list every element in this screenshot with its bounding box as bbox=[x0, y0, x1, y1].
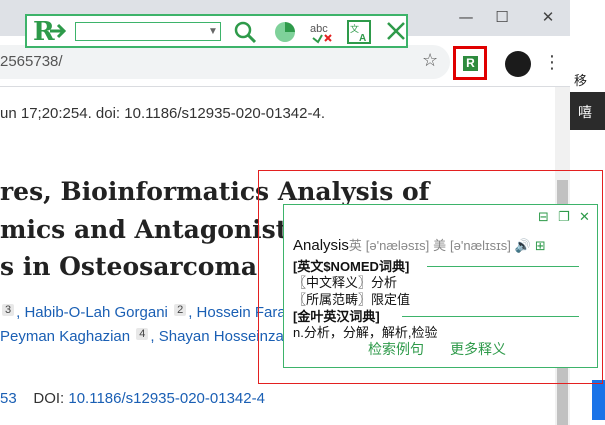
dictionary-extension-button[interactable]: R bbox=[453, 46, 487, 80]
doi-line: 53 DOI: 10.1186/s12935-020-01342-4 bbox=[0, 390, 265, 407]
close-window-button[interactable]: ✕ bbox=[534, 6, 562, 28]
svg-text:A: A bbox=[359, 33, 366, 44]
doi-link[interactable]: 10.1186/s12935-020-01342-4 bbox=[68, 390, 265, 407]
background-dark-bar: 嘻 bbox=[570, 92, 605, 130]
citation-text: un 17;20:254. doi: 10.1186/s12935-020-01… bbox=[0, 105, 325, 122]
author-link[interactable]: Habib-O-Lah Gorgani bbox=[24, 304, 167, 321]
article-title-line-2: mics and Antagonists bbox=[0, 215, 302, 244]
profile-avatar[interactable] bbox=[505, 51, 531, 77]
doi-label: DOI: bbox=[33, 390, 65, 407]
minimize-button[interactable]: — bbox=[452, 6, 480, 28]
dictionary-popup: ⊟ ❐ ✕ Analysis英 [ə'næləsɪs] 美 [ə'nælɪsɪs… bbox=[283, 204, 598, 368]
pie-icon[interactable] bbox=[273, 20, 297, 44]
us-phonetic: [ə'nælɪsɪs] bbox=[450, 238, 511, 253]
dictionary-toolbar: R ▼ abc 文 A bbox=[25, 14, 408, 48]
svg-text:文: 文 bbox=[350, 23, 359, 35]
add-wordbook-icon[interactable]: ⊞ bbox=[535, 239, 546, 254]
us-label: 美 bbox=[433, 238, 447, 253]
speaker-icon[interactable]: 🔊 bbox=[515, 239, 531, 254]
background-blue-block bbox=[592, 380, 605, 420]
article-title-line-3: s in Osteosarcoma bbox=[0, 252, 258, 281]
browser-menu-icon[interactable]: ⋮ bbox=[543, 52, 561, 73]
pin-icon[interactable]: ⊟ bbox=[538, 210, 549, 225]
pmid-link[interactable]: 53 bbox=[0, 390, 17, 407]
spellcheck-icon[interactable]: abc bbox=[309, 20, 335, 44]
affiliation-superscript[interactable]: 2 bbox=[174, 304, 187, 316]
close-icon[interactable] bbox=[385, 20, 407, 42]
authors-line-2: Peyman Kaghazian 4, Shayan Hosseinzad bbox=[0, 328, 293, 345]
dictionary-search-input[interactable] bbox=[75, 22, 221, 41]
background-text: 移 bbox=[574, 73, 588, 88]
url-text: 2565738/ bbox=[0, 53, 63, 70]
uk-phonetic: [ə'næləsɪs] bbox=[365, 238, 430, 253]
extension-r-icon: R bbox=[463, 56, 478, 71]
headword-line: Analysis英 [ə'næləsɪs] 美 [ə'nælɪsɪs] 🔊 ⊞ bbox=[293, 235, 546, 254]
close-popup-icon[interactable]: ✕ bbox=[579, 210, 590, 225]
affiliation-superscript[interactable]: 4 bbox=[136, 328, 149, 340]
maximize-button[interactable]: ☐ bbox=[488, 6, 516, 28]
address-bar[interactable]: 2565738/ ☆ bbox=[0, 45, 450, 79]
author-link[interactable]: Peyman Kaghazian bbox=[0, 328, 130, 345]
logo-icon: R bbox=[33, 17, 67, 45]
bookmark-star-icon[interactable]: ☆ bbox=[422, 50, 438, 71]
more-definitions-link[interactable]: 更多释义 bbox=[450, 339, 506, 359]
section-divider bbox=[427, 266, 579, 267]
headword: Analysis bbox=[293, 237, 349, 254]
authors-line-1: 3, Habib-O-Lah Gorgani 2, Hossein Faral bbox=[0, 304, 289, 321]
background-text-dark: 嘻 bbox=[578, 104, 592, 120]
copy-icon[interactable]: ❐ bbox=[558, 210, 570, 225]
svg-text:abc: abc bbox=[310, 23, 328, 35]
affiliation-superscript[interactable]: 3 bbox=[2, 304, 15, 316]
dropdown-icon[interactable]: ▼ bbox=[208, 26, 218, 37]
section-divider bbox=[402, 316, 579, 317]
translate-icon[interactable]: 文 A bbox=[347, 20, 371, 44]
uk-label: 英 bbox=[348, 238, 362, 253]
search-icon[interactable] bbox=[233, 20, 257, 44]
search-examples-link[interactable]: 检索例句 bbox=[368, 339, 424, 359]
